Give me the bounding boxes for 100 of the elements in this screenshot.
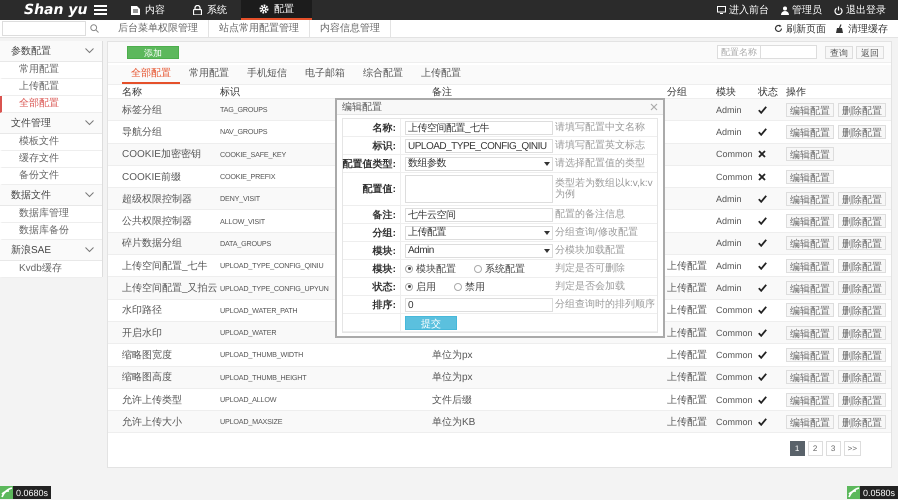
table-cell-text: 上传配置 xyxy=(667,416,707,429)
menu-icon[interactable] xyxy=(94,5,107,15)
toolbar-link[interactable]: 刷新页面 xyxy=(774,22,826,36)
nav-tab[interactable]: 内容 xyxy=(117,0,179,20)
edit-button[interactable]: 编辑配置 xyxy=(786,414,834,429)
sidebar-item[interactable]: 全部配置 xyxy=(0,96,102,113)
edit-button[interactable]: 编辑配置 xyxy=(786,192,834,206)
dialog-title: 编辑配置 xyxy=(342,100,382,114)
nav-tab[interactable]: 配置 xyxy=(241,0,312,20)
filter-tab[interactable]: 手机短信 xyxy=(238,65,296,84)
sidebar-group[interactable]: 参数配置 xyxy=(0,41,102,62)
query-button[interactable]: 返回 xyxy=(856,46,884,58)
select-field[interactable]: 数组参数 xyxy=(405,156,553,170)
text-field[interactable]: UPLOAD_TYPE_CONFIG_QINIU xyxy=(405,138,553,152)
logo: Shan yu xyxy=(24,2,88,18)
table-cell: Common xyxy=(716,350,753,360)
page-button[interactable]: >> xyxy=(844,441,861,456)
edit-button[interactable]: 编辑配置 xyxy=(786,214,834,228)
page-button[interactable]: 2 xyxy=(808,441,823,456)
edit-button[interactable]: 编辑配置 xyxy=(786,303,834,318)
table-cell: Common xyxy=(716,328,753,338)
table-cell: Common xyxy=(716,305,753,316)
edit-button[interactable]: 编辑配置 xyxy=(786,258,834,273)
edit-button[interactable]: 编辑配置 xyxy=(786,147,834,162)
delete-button[interactable]: 删除配置 xyxy=(838,281,886,296)
field-label: 标识: xyxy=(372,140,396,152)
edit-button[interactable]: 编辑配置 xyxy=(786,281,834,296)
text-field[interactable]: 七牛云空间 xyxy=(405,208,553,222)
top-action-link[interactable]: 管理员 xyxy=(781,3,822,17)
edit-button[interactable]: 编辑配置 xyxy=(786,392,834,406)
delete-button[interactable]: 删除配置 xyxy=(838,348,886,362)
select-field[interactable]: Admin xyxy=(405,244,553,258)
sidebar-group[interactable]: 数据文件 xyxy=(0,185,102,206)
field-hint: 类型若为数组以k:v,k:v为例 xyxy=(554,178,654,200)
search-icon xyxy=(90,24,98,33)
delete-button[interactable]: 删除配置 xyxy=(838,414,886,429)
radio-option[interactable]: 启用 xyxy=(405,280,436,294)
delete-button[interactable]: 删除配置 xyxy=(838,214,886,228)
page-button[interactable]: 3 xyxy=(826,441,841,456)
edit-button[interactable]: 编辑配置 xyxy=(786,170,834,184)
delete-button[interactable]: 删除配置 xyxy=(838,392,886,406)
toolbar-link[interactable]: 清理缓存 xyxy=(836,22,888,36)
text-field[interactable]: 上传空间配置_七牛 xyxy=(405,120,553,134)
edit-button[interactable]: 编辑配置 xyxy=(786,236,834,250)
filter-tab[interactable]: 上传配置 xyxy=(412,65,470,84)
sidebar-item[interactable]: 模板文件 xyxy=(0,134,102,151)
delete-button[interactable]: 删除配置 xyxy=(838,303,886,318)
table-cell: Common xyxy=(716,172,753,182)
delete-button[interactable]: 删除配置 xyxy=(838,102,886,117)
delete-button[interactable]: 删除配置 xyxy=(838,236,886,250)
nav-tab[interactable]: 系统 xyxy=(179,0,241,20)
sidebar-item[interactable]: 常用配置 xyxy=(0,62,102,79)
edit-button[interactable]: 编辑配置 xyxy=(786,348,834,362)
edit-button[interactable]: 编辑配置 xyxy=(786,124,834,139)
sidebar-group[interactable]: 新浪SAE xyxy=(0,240,102,261)
top-action-link[interactable]: 进入前台 xyxy=(717,3,769,17)
edit-button[interactable]: 编辑配置 xyxy=(786,370,834,384)
document-icon xyxy=(131,5,140,15)
page-button[interactable]: 1 xyxy=(790,441,805,456)
delete-button[interactable]: 删除配置 xyxy=(838,326,886,340)
sidebar-group[interactable]: 文件管理 xyxy=(0,113,102,134)
edit-button[interactable]: 编辑配置 xyxy=(786,102,834,117)
chevron-icon xyxy=(85,192,94,198)
radio-option[interactable]: 模块配置 xyxy=(405,262,456,276)
close-icon[interactable] xyxy=(650,103,658,111)
page-tab[interactable]: 站点常用配置管理 xyxy=(209,20,310,37)
top-action-link[interactable]: 退出登录 xyxy=(834,3,886,17)
gear-icon xyxy=(259,4,269,14)
table-cell-text: 允许上传类型 xyxy=(122,394,182,406)
filter-tab[interactable]: 全部配置 xyxy=(122,65,180,84)
filter-tab[interactable]: 综合配置 xyxy=(354,65,412,84)
radio-option[interactable]: 禁用 xyxy=(454,280,485,294)
radio-option[interactable]: 系统配置 xyxy=(474,262,525,276)
chevron-icon xyxy=(85,247,94,253)
query-button[interactable]: 查询 xyxy=(825,46,853,58)
filter-tab[interactable]: 常用配置 xyxy=(180,65,238,84)
sidebar-item[interactable]: 数据库管理 xyxy=(0,206,102,223)
column-header: 名称 xyxy=(122,86,142,99)
select-field[interactable]: 上传配置 xyxy=(405,226,553,240)
page-tab[interactable]: 内容信息管理 xyxy=(310,20,391,37)
search-field[interactable] xyxy=(2,21,86,36)
delete-button[interactable]: 删除配置 xyxy=(838,192,886,206)
filter-tab[interactable]: 电子邮箱 xyxy=(296,65,354,84)
table-cell-text: 上传空间配置_又拍云 xyxy=(122,282,218,296)
delete-button[interactable]: 删除配置 xyxy=(838,258,886,273)
table-cell-text: 上传配置 xyxy=(667,394,707,406)
field-label: 配置值: xyxy=(362,182,396,196)
table-cell: Admin xyxy=(716,216,742,226)
text-field[interactable]: 0 xyxy=(405,298,553,312)
table-cell: Common xyxy=(716,372,753,382)
sidebar-item[interactable]: Kvdb缓存 xyxy=(0,261,102,278)
text-area[interactable] xyxy=(405,175,553,203)
delete-button[interactable]: 删除配置 xyxy=(838,370,886,384)
page-tab[interactable]: 后台菜单权限管理 xyxy=(108,20,209,37)
sidebar-item[interactable]: 缓存文件 xyxy=(0,151,102,168)
field-hint: 分模块加载配置 xyxy=(554,245,626,256)
field-hint: 判定是否会加载 xyxy=(554,281,626,292)
delete-button[interactable]: 删除配置 xyxy=(838,124,886,139)
edit-button[interactable]: 编辑配置 xyxy=(786,326,834,340)
timing-badge: 0.0580s xyxy=(846,486,898,499)
